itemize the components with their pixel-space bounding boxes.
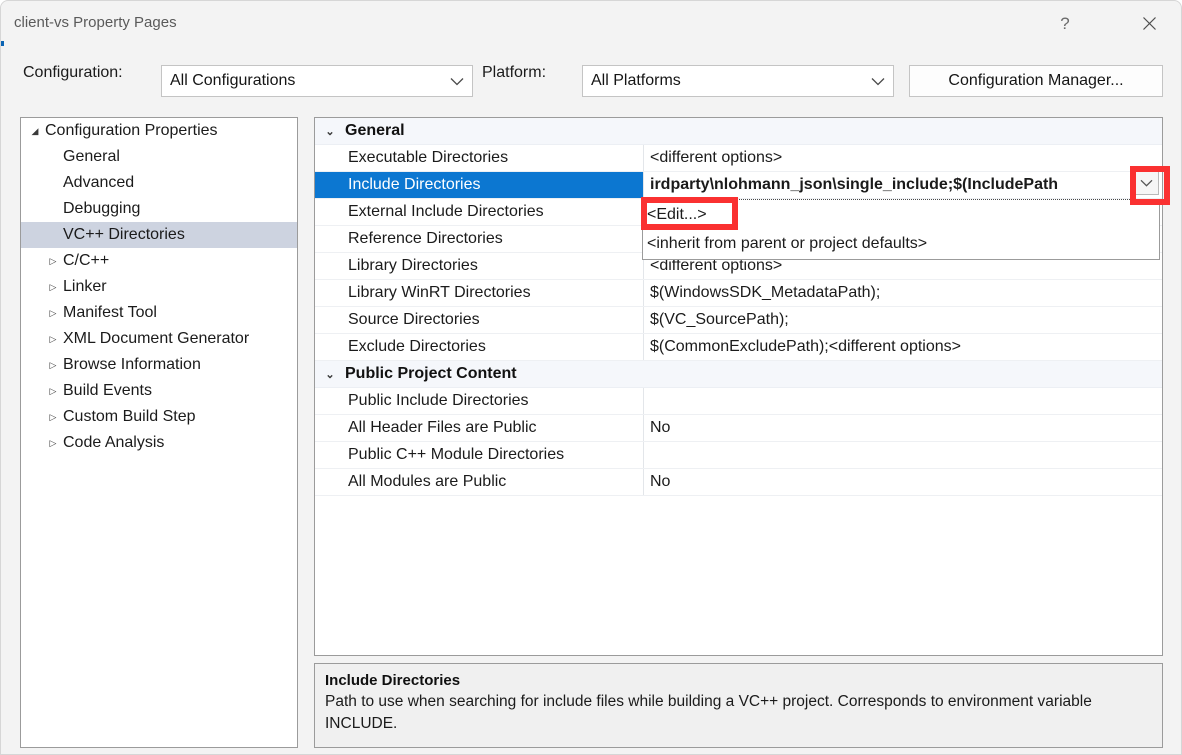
property-name: Library WinRT Directories (315, 280, 644, 306)
property-name: Exclude Directories (315, 334, 644, 360)
property-name: Source Directories (315, 307, 644, 333)
chevron-down-icon[interactable]: ⌄ (315, 118, 345, 144)
property-name: Reference Directories (315, 226, 644, 252)
configuration-label: Configuration: (23, 64, 123, 81)
property-name: Library Directories (315, 253, 644, 279)
configuration-dropdown[interactable]: All Configurations (161, 65, 473, 97)
chevron-right-icon[interactable]: ▷ (45, 438, 61, 449)
property-row-public-c++-module-directories[interactable]: Public C++ Module Directories (315, 442, 1162, 469)
property-row-exclude-directories[interactable]: Exclude Directories $(CommonExcludePath);… (315, 334, 1162, 361)
property-description-body: Path to use when searching for include f… (325, 693, 1092, 733)
property-value[interactable]: No (644, 415, 1162, 441)
tree-item-label: Browse Information (63, 356, 201, 373)
property-row-public-include-directories[interactable]: Public Include Directories (315, 388, 1162, 415)
chevron-right-icon[interactable]: ▷ (45, 386, 61, 397)
property-name: Include Directories (315, 172, 644, 198)
title-bar: client-vs Property Pages ? (1, 1, 1181, 46)
help-glyph: ? (1060, 13, 1070, 33)
property-row-all-header-files-are-public[interactable]: All Header Files are Public No (315, 415, 1162, 442)
property-value[interactable]: $(WindowsSDK_MetadataPath); (644, 280, 1162, 306)
tree-item-code-analysis[interactable]: ▷ Code Analysis (21, 430, 297, 456)
configuration-dropdown-value: All Configurations (170, 72, 296, 89)
chevron-right-icon[interactable]: ▷ (45, 282, 61, 293)
tree-item-c-c[interactable]: ▷ C/C++ (21, 248, 297, 274)
tree-item-xml-document-generator[interactable]: ▷ XML Document Generator (21, 326, 297, 352)
include-directories-dropdown-toggle[interactable] (1133, 171, 1159, 195)
dropdown-item-inherit[interactable]: <inherit from parent or project defaults… (643, 229, 1159, 258)
property-name: All Modules are Public (315, 469, 644, 495)
tree-item-configuration-properties[interactable]: ◢ Configuration Properties (21, 118, 297, 144)
property-group-label: Public Project Content (345, 365, 517, 382)
tree-item-label: XML Document Generator (63, 330, 250, 347)
close-icon[interactable] (1126, 1, 1172, 45)
tree-item-label: Configuration Properties (45, 122, 218, 139)
tree-item-label: VC++ Directories (63, 226, 185, 243)
property-value[interactable]: $(CommonExcludePath);<different options> (644, 334, 1162, 360)
help-icon[interactable]: ? (1042, 1, 1088, 45)
tree-item-build-events[interactable]: ▷ Build Events (21, 378, 297, 404)
property-name: External Include Directories (315, 199, 644, 225)
property-name: Public C++ Module Directories (315, 442, 644, 468)
tree-item-general[interactable]: General (21, 144, 297, 170)
platform-dropdown[interactable]: All Platforms (582, 65, 894, 97)
property-value[interactable]: irdparty\nlohmann_json\single_include;$(… (644, 172, 1162, 198)
tree-item-label: C/C++ (63, 252, 110, 269)
platform-dropdown-value: All Platforms (591, 72, 681, 89)
property-value[interactable] (644, 442, 1162, 468)
configuration-manager-button[interactable]: Configuration Manager... (909, 65, 1163, 97)
tree-item-label: Manifest Tool (63, 304, 157, 321)
property-row-include-directories[interactable]: Include Directories irdparty\nlohmann_jso… (315, 172, 1162, 199)
tree-item-browse-information[interactable]: ▷ Browse Information (21, 352, 297, 378)
chevron-right-icon[interactable]: ▷ (45, 308, 61, 319)
tree-item-label: Code Analysis (63, 434, 165, 451)
chevron-down-icon[interactable]: ⌄ (315, 361, 345, 387)
tree-item-label: Build Events (63, 382, 152, 399)
tree-item-label: Debugging (63, 200, 141, 217)
property-group-general[interactable]: ⌄ General (315, 118, 1162, 145)
property-group-public-project-content[interactable]: ⌄ Public Project Content (315, 361, 1162, 388)
window-title: client-vs Property Pages (14, 14, 177, 31)
platform-label: Platform: (482, 64, 547, 81)
property-value[interactable]: No (644, 469, 1162, 495)
chevron-down-icon (863, 77, 893, 86)
configuration-properties-tree[interactable]: ◢ Configuration Properties General Advanced… (20, 117, 298, 748)
tree-item-label: Linker (63, 278, 107, 295)
tree-item-debugging[interactable]: Debugging (21, 196, 297, 222)
tree-item-manifest-tool[interactable]: ▷ Manifest Tool (21, 300, 297, 326)
tree-item-label: Advanced (63, 174, 135, 191)
property-value[interactable] (644, 388, 1162, 414)
chevron-right-icon[interactable]: ▷ (45, 360, 61, 371)
chevron-down-icon[interactable]: ◢ (27, 126, 43, 137)
property-name: Executable Directories (315, 145, 644, 171)
tree-item-custom-build-step[interactable]: ▷ Custom Build Step (21, 404, 297, 430)
property-name: Public Include Directories (315, 388, 644, 414)
tree-item-vc-directories[interactable]: VC++ Directories (21, 222, 297, 248)
chevron-right-icon[interactable]: ▷ (45, 412, 61, 423)
tree-item-label: General (63, 148, 120, 165)
tree-item-label: Custom Build Step (63, 408, 196, 425)
property-value[interactable]: <different options> (644, 145, 1162, 171)
tree-item-linker[interactable]: ▷ Linker (21, 274, 297, 300)
property-row-executable-directories[interactable]: Executable Directories <different options… (315, 145, 1162, 172)
property-group-label: General (345, 122, 405, 139)
property-grid[interactable]: ⌄ General Executable Directories <different… (314, 117, 1163, 656)
property-row-library-winrt-directories[interactable]: Library WinRT Directories $(WindowsSDK_Me… (315, 280, 1162, 307)
property-value[interactable]: $(VC_SourcePath); (644, 307, 1162, 333)
include-directories-dropdown-list[interactable]: <Edit...> <inherit from parent or projec… (642, 199, 1160, 260)
chevron-right-icon[interactable]: ▷ (45, 256, 61, 267)
property-pages-dialog: client-vs Property Pages ? Configuration… (0, 0, 1182, 755)
property-row-source-directories[interactable]: Source Directories $(VC_SourcePath); (315, 307, 1162, 334)
property-name: All Header Files are Public (315, 415, 644, 441)
chevron-right-icon[interactable]: ▷ (45, 334, 61, 345)
property-row-all-modules-are-public[interactable]: All Modules are Public No (315, 469, 1162, 496)
dropdown-item-edit[interactable]: <Edit...> (643, 200, 1159, 229)
chevron-down-icon (442, 77, 472, 86)
tree-item-advanced[interactable]: Advanced (21, 170, 297, 196)
property-description-title: Include Directories (325, 672, 461, 689)
property-description-panel: Include Directories Path to use when sea… (314, 663, 1163, 748)
